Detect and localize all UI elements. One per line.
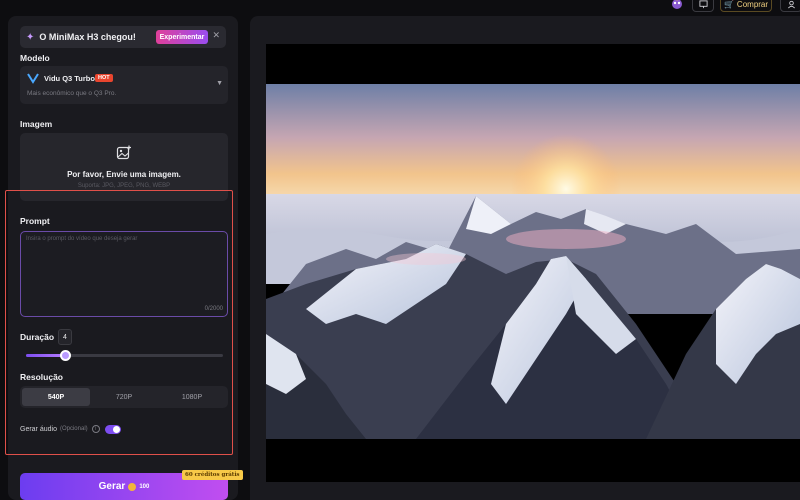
close-icon[interactable]: ✕ (212, 30, 220, 41)
highlight-box (5, 190, 233, 455)
generation-settings-panel: ✦ O MiniMax H3 chegou! Experimentar ✕ Mo… (5, 16, 243, 500)
model-description: Mais econômico que o Q3 Pro. (27, 90, 117, 97)
generate-cost: 100 (139, 483, 150, 490)
image-label: Imagem (20, 119, 53, 129)
prompt-input[interactable]: Insira o prompt do vídeo que deseja gera… (20, 231, 228, 317)
free-credits-badge: 60 créditos grátis (182, 470, 243, 480)
coin-icon (128, 482, 137, 491)
upload-title: Por favor, Envie uma imagem. (67, 170, 181, 179)
sparkle-icon: ✦ (26, 31, 35, 43)
prompt-char-counter: 0/2000 (204, 306, 223, 312)
toggle-knob (112, 425, 120, 433)
prompt-label: Prompt (20, 216, 50, 226)
preview-panel (250, 16, 800, 500)
user-menu-button[interactable] (780, 0, 800, 12)
cart-icon: 🛒 (723, 0, 734, 9)
duration-slider[interactable] (26, 350, 223, 361)
prompt-placeholder: Insira o prompt do vídeo que deseja gera… (26, 236, 138, 242)
user-icon (787, 0, 795, 8)
resolution-selector: 540P 720P 1080P (20, 386, 228, 408)
model-name: Vidu Q3 Turbo (44, 74, 95, 83)
top-bar: 🛒 Comprar (250, 0, 800, 16)
video-player[interactable] (266, 44, 800, 482)
download-app-button[interactable] (692, 0, 714, 12)
mascot-avatar[interactable] (668, 0, 686, 12)
preview-image (266, 84, 800, 439)
monitor-icon (698, 0, 708, 8)
audio-optional: (Opcional) (59, 426, 88, 432)
resolution-option-720p[interactable]: 720P (90, 388, 158, 406)
duration-label: Duração (20, 332, 55, 342)
chevron-down-icon: ▼ (216, 80, 223, 87)
resolution-option-1080p[interactable]: 1080P (158, 388, 226, 406)
resolution-option-540p[interactable]: 540P (22, 388, 90, 406)
try-now-button[interactable]: Experimentar (156, 30, 208, 44)
audio-row: Gerar áudio (Opcional) i (20, 423, 121, 435)
upload-formats: Suporta: JPG, JPEG, PNG, WEBP (77, 183, 171, 189)
hot-badge: HOT (95, 74, 113, 82)
mascot-icon (672, 0, 682, 9)
duration-value[interactable]: 4 (58, 329, 72, 345)
mountain-scene (266, 84, 800, 439)
model-label: Modelo (20, 53, 50, 63)
resolution-label: Resolução (20, 372, 63, 382)
audio-toggle[interactable] (104, 424, 121, 434)
info-icon[interactable]: i (91, 425, 100, 433)
add-image-icon (116, 145, 131, 160)
promo-banner[interactable]: ✦ O MiniMax H3 chegou! Experimentar ✕ (20, 26, 226, 48)
audio-label: Gerar áudio (20, 425, 57, 433)
vidu-logo-icon (27, 72, 39, 84)
generate-label: Gerar (98, 481, 126, 492)
promo-text: O MiniMax H3 chegou! (39, 32, 136, 42)
model-selector[interactable]: Vidu Q3 Turbo HOT Mais econômico que o Q… (20, 66, 228, 104)
buy-button[interactable]: 🛒 Comprar (720, 0, 772, 12)
